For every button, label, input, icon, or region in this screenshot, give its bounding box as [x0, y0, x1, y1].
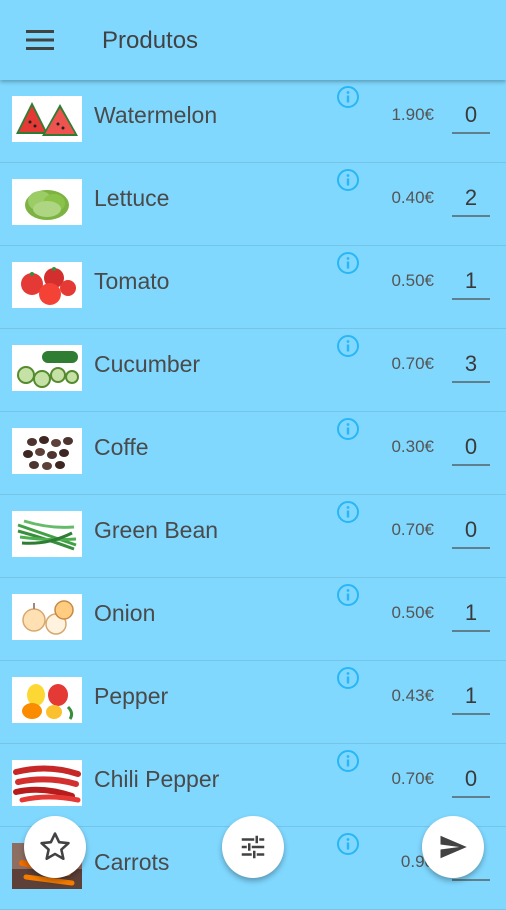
product-price: 1.90€ — [391, 105, 434, 124]
star-outline-icon — [40, 832, 70, 861]
page-title: Produtos — [102, 27, 199, 54]
product-row-chili-pepper[interactable]: Chili Pepper 0.70€ — [0, 744, 506, 827]
menu-button[interactable] — [20, 24, 60, 56]
product-row-green-bean[interactable]: Green Bean 0.70€ — [0, 495, 506, 578]
product-name: Carrots — [94, 849, 170, 875]
watermelon-image — [12, 96, 82, 142]
product-price: 0.50€ — [391, 271, 434, 290]
product-name: Lettuce — [94, 185, 170, 211]
quantity-input[interactable] — [452, 513, 490, 549]
product-price: 0.43€ — [391, 686, 434, 705]
product-row-pepper[interactable]: Pepper 0.43€ — [0, 661, 506, 744]
product-row-lettuce[interactable]: Lettuce 0.40€ — [0, 163, 506, 246]
product-price: 0.30€ — [391, 437, 434, 456]
cucumber-image — [12, 345, 82, 391]
app-bar: Produtos — [0, 0, 506, 80]
info-icon[interactable] — [336, 666, 360, 690]
product-name: Chili Pepper — [94, 766, 220, 792]
product-name: Green Bean — [94, 517, 219, 543]
product-price: 0.70€ — [391, 354, 434, 373]
send-button[interactable] — [422, 816, 484, 878]
product-name: Watermelon — [94, 102, 218, 128]
lettuce-image — [12, 179, 82, 225]
tomato-image — [12, 262, 82, 308]
info-icon[interactable] — [336, 417, 360, 441]
tune-sliders-icon — [241, 835, 265, 859]
filter-button[interactable] — [222, 816, 284, 878]
product-row-coffe[interactable]: Coffe 0.30€ — [0, 412, 506, 495]
info-icon[interactable] — [336, 168, 360, 192]
pepper-image — [12, 677, 82, 723]
product-price: 0.40€ — [391, 188, 434, 207]
quantity-input[interactable] — [452, 430, 490, 466]
quantity-input[interactable] — [452, 181, 490, 217]
product-price: 0.50€ — [391, 603, 434, 622]
product-name: Onion — [94, 600, 156, 626]
product-price: 0.70€ — [391, 769, 434, 788]
product-name: Cucumber — [94, 351, 201, 377]
product-name: Tomato — [94, 268, 170, 294]
send-icon — [440, 835, 467, 859]
product-name: Coffe — [94, 434, 149, 460]
onion-image — [12, 594, 82, 640]
quantity-input[interactable] — [452, 264, 490, 300]
favorites-button[interactable] — [24, 816, 86, 878]
info-icon[interactable] — [336, 85, 360, 109]
info-icon[interactable] — [336, 251, 360, 275]
info-icon[interactable] — [336, 500, 360, 524]
quantity-input[interactable] — [452, 762, 490, 798]
menu-icon — [26, 30, 54, 50]
info-icon[interactable] — [336, 832, 360, 856]
quantity-input[interactable] — [452, 98, 490, 134]
info-icon[interactable] — [336, 583, 360, 607]
quantity-input[interactable] — [452, 596, 490, 632]
quantity-input[interactable] — [452, 679, 490, 715]
product-list: Watermelon 1.90€ Lettuce 0.40€ — [0, 80, 506, 910]
coffee-beans-image — [12, 428, 82, 474]
info-icon[interactable] — [336, 749, 360, 773]
info-icon[interactable] — [336, 334, 360, 358]
green-bean-image — [12, 511, 82, 557]
product-price: 0.70€ — [391, 520, 434, 539]
product-name: Pepper — [94, 683, 169, 709]
quantity-input[interactable] — [452, 347, 490, 383]
chili-pepper-image — [12, 760, 82, 806]
product-row-onion[interactable]: Onion 0.50€ — [0, 578, 506, 661]
product-row-watermelon[interactable]: Watermelon 1.90€ — [0, 80, 506, 163]
product-row-tomato[interactable]: Tomato 0.50€ — [0, 246, 506, 329]
product-row-cucumber[interactable]: Cucumber 0.70€ — [0, 329, 506, 412]
